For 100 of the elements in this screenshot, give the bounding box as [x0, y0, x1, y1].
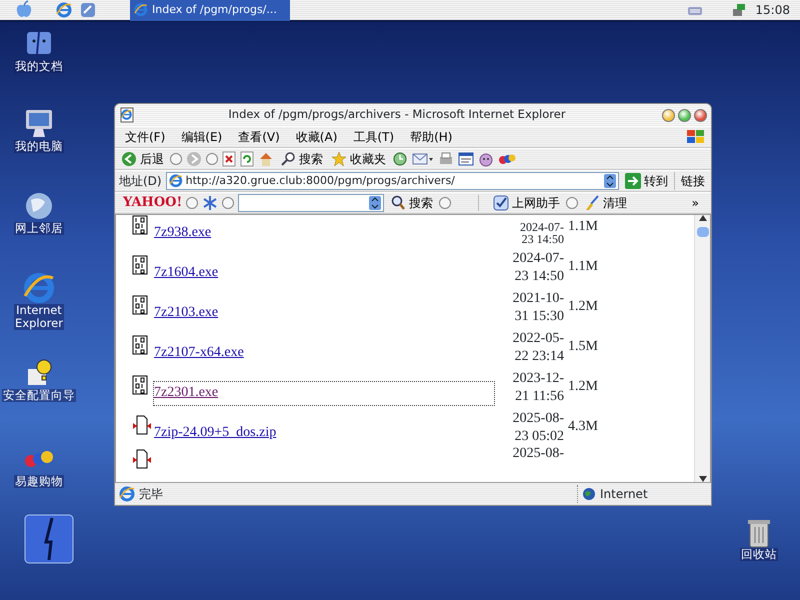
favorites-button[interactable]: 收藏夹: [329, 150, 388, 168]
star-icon: [331, 151, 347, 167]
helper-button[interactable]: 上网助手: [491, 194, 562, 212]
file-size: 1.5M: [568, 338, 598, 356]
status-text: 完毕: [139, 486, 163, 503]
icon-label: 安全配置向导: [2, 389, 76, 402]
file-link[interactable]: 7z2107-x64.exe: [154, 342, 494, 365]
globe-icon[interactable]: [23, 190, 55, 222]
taskbar-button[interactable]: Index of /pgm/progs/...: [130, 0, 290, 21]
time-text: 22 23:14: [514, 348, 564, 365]
file-link[interactable]: 7z1604.exe: [154, 262, 494, 285]
address-field[interactable]: http://a320.grue.club:8000/pgm/progs/archivers/: [166, 172, 619, 190]
internet-explorer-icon: [134, 3, 148, 17]
date-text: 2024-07-: [519, 221, 564, 233]
trash-icon[interactable]: [747, 518, 771, 548]
url-text: http://a320.grue.club:8000/pgm/progs/archivers/: [186, 172, 455, 189]
scrollbar[interactable]: [694, 215, 710, 482]
file-size: 1.2M: [568, 298, 598, 316]
window-title: Index of /pgm/progs/archivers - Microsoft Internet Explorer: [227, 106, 567, 124]
back-button[interactable]: 后退: [119, 150, 166, 168]
menu-item[interactable]: 收藏(A): [290, 128, 344, 146]
finder-drawing[interactable]: [24, 514, 74, 564]
edit-icon[interactable]: [458, 151, 474, 167]
stop-icon[interactable]: [222, 151, 236, 167]
yahoo-logo[interactable]: YAHOO!: [123, 193, 182, 213]
network-icon[interactable]: [731, 2, 748, 18]
time-text: 23 14:50: [514, 268, 564, 285]
history-icon[interactable]: [392, 151, 408, 167]
date-text: 2025-08-: [512, 410, 564, 428]
menu-item[interactable]: 帮助(H): [404, 128, 458, 146]
search-icon: [280, 151, 296, 167]
page-icon: [119, 107, 135, 123]
go-button[interactable]: 转到: [623, 172, 670, 190]
dropdown-icon[interactable]: [222, 197, 234, 209]
date-text: 2021-10-: [512, 290, 564, 308]
menu-item[interactable]: 查看(V): [232, 128, 286, 146]
more-button[interactable]: »: [690, 194, 701, 212]
icon-label: 回收站: [740, 548, 778, 562]
file-size: 1.1M: [568, 218, 598, 236]
mail-icon[interactable]: [412, 151, 434, 167]
file-link[interactable]: 7z2103.exe: [154, 302, 494, 325]
file-size: 4.3M: [568, 418, 598, 436]
menu-item[interactable]: 编辑(E): [175, 128, 228, 146]
dropdown-icon[interactable]: [439, 197, 452, 209]
file-link[interactable]: 7z938.exe: [154, 222, 494, 245]
clean-button[interactable]: 清理: [582, 194, 630, 212]
globe-icon: [582, 487, 596, 501]
file-link[interactable]: 7z2301.exe: [154, 382, 494, 405]
internet-explorer-icon[interactable]: [23, 272, 55, 304]
address-label: 地址(D): [119, 173, 162, 190]
snowflake-icon[interactable]: [202, 195, 218, 211]
page-icon: [168, 174, 183, 188]
keyboard-icon[interactable]: [687, 4, 704, 16]
search-button[interactable]: 搜索: [278, 150, 325, 168]
file-size: 1.1M: [568, 258, 598, 276]
time-text: 23 14:50: [520, 233, 564, 245]
refresh-icon[interactable]: [240, 151, 254, 167]
date-text: 2023-12-: [512, 370, 564, 388]
time-text: 31 15:30: [514, 308, 564, 325]
printer-icon[interactable]: [438, 151, 454, 167]
icon-label: 网上邻居: [14, 222, 64, 236]
file-size: 1.2M: [568, 378, 598, 396]
time-text: 23 05:02: [514, 428, 564, 445]
dropdown-arrow-icon[interactable]: [604, 174, 616, 188]
scroll-thumb[interactable]: [696, 227, 708, 237]
broom-icon: [584, 195, 600, 211]
outlook-express-icon[interactable]: [80, 2, 96, 18]
dropdown-icon[interactable]: [170, 153, 182, 165]
close-button[interactable]: [694, 108, 707, 122]
menu-item[interactable]: 工具(T): [347, 128, 400, 146]
date-text: 2022-05-: [512, 330, 564, 348]
links-button[interactable]: 链接: [674, 172, 707, 190]
file-link[interactable]: 7zip-24.09+5_dos.zip: [154, 422, 494, 445]
dropdown-icon[interactable]: [566, 197, 578, 209]
zone-text: Internet: [600, 486, 648, 503]
search-button[interactable]: 搜索: [388, 194, 436, 212]
minimize-button[interactable]: [662, 108, 675, 122]
dropdown-icon[interactable]: [206, 153, 218, 165]
checkbox-icon: [493, 195, 510, 211]
dropdown-icon[interactable]: [186, 197, 198, 209]
home-icon[interactable]: [258, 151, 274, 167]
dropdown-arrow-icon[interactable]: [369, 196, 382, 210]
menu-item[interactable]: 文件(F): [119, 128, 172, 146]
icon-label: Internet Explorer: [14, 304, 64, 330]
search-field[interactable]: [238, 194, 384, 212]
messenger-icon[interactable]: [478, 151, 494, 167]
shop-logo-icon[interactable]: [498, 153, 516, 165]
icon-label: 易趣购物: [14, 475, 64, 488]
maximize-button[interactable]: [678, 108, 691, 122]
icon-label: 我的电脑: [14, 140, 64, 154]
clock: 15:08: [755, 2, 790, 19]
windows-logo-icon: [685, 128, 707, 146]
date-text: 2024-07-: [512, 250, 564, 268]
monitor-icon[interactable]: [23, 108, 55, 140]
internet-explorer-icon[interactable]: [56, 2, 72, 18]
icon-label: 我的文档: [14, 60, 64, 74]
apple-icon[interactable]: [14, 0, 34, 20]
time-text: 21 11:56: [514, 388, 564, 405]
page-icon: [119, 486, 135, 502]
search-icon: [390, 195, 406, 211]
